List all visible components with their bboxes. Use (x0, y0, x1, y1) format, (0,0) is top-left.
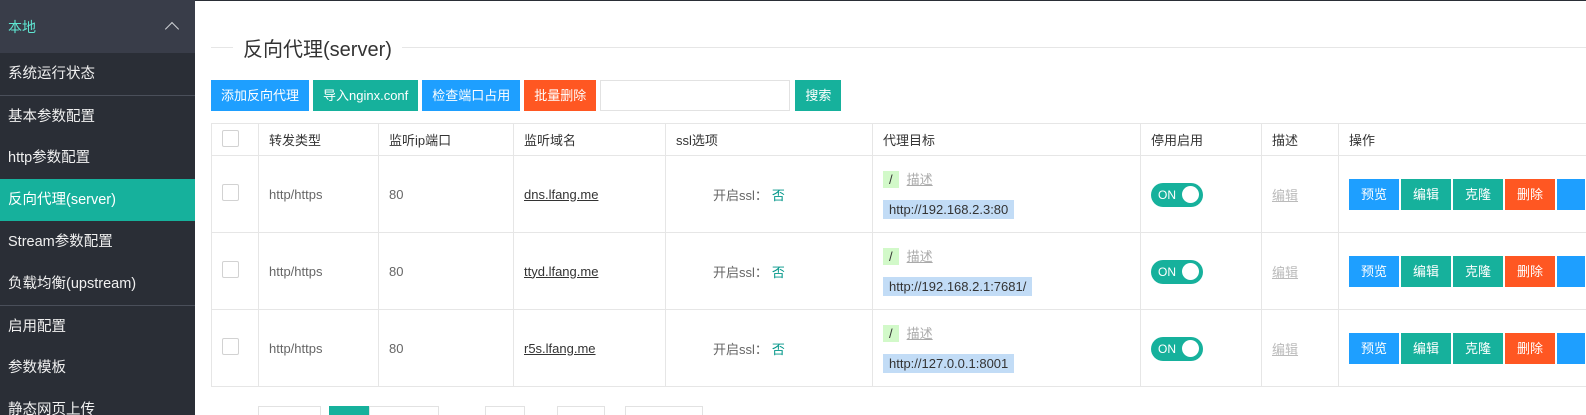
row-ssl-label: 开启ssl： (713, 187, 768, 203)
sidebar-item-upstream[interactable]: 负载均衡(upstream) (0, 263, 195, 305)
proxy-table: 转发类型 监听ip端口 监听域名 ssl选项 代理目标 停用启用 描述 操作 h… (211, 123, 1586, 387)
toggle-knob (1182, 340, 1199, 357)
page-title-line: 反向代理(server) (211, 33, 1586, 62)
table-row: http/https 80 dns.lfang.me 开启ssl：否 / 描述 h… (211, 155, 1586, 233)
sidebar: 本地 系统运行状态 基本参数配置 http参数配置 反向代理(server) S… (0, 0, 195, 415)
row-desc-edit-link[interactable]: 编辑 (1272, 188, 1298, 203)
row-target: http://192.168.2.1:7681/ (883, 277, 1033, 296)
row-desc-edit-link[interactable]: 编辑 (1272, 342, 1298, 357)
row-path-desc-link[interactable]: 描述 (907, 326, 933, 341)
row-path-desc-link[interactable]: 描述 (907, 172, 933, 187)
row-path-desc-link[interactable]: 描述 (907, 249, 933, 264)
sidebar-item-apply-config[interactable]: 启用配置 (0, 305, 195, 347)
edit-button[interactable]: 编辑 (1401, 255, 1452, 287)
row-ssl-label: 开启ssl： (713, 264, 768, 280)
pagination-goto-input[interactable] (485, 406, 525, 415)
edit-button[interactable]: 编辑 (1401, 178, 1452, 210)
row-enable-toggle[interactable]: ON (1151, 336, 1203, 361)
pagination-current[interactable] (329, 406, 369, 415)
sidebar-item-static-upload[interactable]: 静态网页上传 (0, 389, 195, 415)
row-port: 80 (378, 155, 514, 233)
sidebar-item-stream-config[interactable]: Stream参数配置 (0, 221, 195, 263)
table-row: http/https 80 ttyd.lfang.me 开启ssl：否 / 描述 … (211, 232, 1586, 310)
clone-button[interactable]: 克隆 (1453, 332, 1504, 364)
chevron-up-icon[interactable] (164, 21, 180, 37)
sidebar-group-label: 本地 (8, 18, 36, 35)
row-type: http/https (258, 309, 379, 387)
toggle-label: ON (1158, 341, 1176, 356)
row-path-tag: / (883, 248, 899, 265)
toggle-label: ON (1158, 264, 1176, 279)
row-port: 80 (378, 232, 514, 310)
col-header-ops: 操作 (1338, 123, 1586, 156)
sidebar-item-http-config[interactable]: http参数配置 (0, 137, 195, 179)
row-enable-toggle[interactable]: ON (1151, 182, 1203, 207)
row-ssl-value: 否 (771, 341, 785, 357)
col-header-ssl: ssl选项 (665, 123, 873, 156)
table-row: http/https 80 r5s.lfang.me 开启ssl：否 / 描述 h… (211, 309, 1586, 387)
col-header-domain: 监听域名 (513, 123, 666, 156)
clone-button[interactable]: 克隆 (1453, 178, 1504, 210)
check-port-button[interactable]: 检查端口占用 (422, 80, 521, 111)
col-header-target: 代理目标 (872, 123, 1141, 156)
row-target: http://192.168.2.3:80 (883, 200, 1015, 219)
row-checkbox[interactable] (222, 184, 239, 201)
search-input[interactable] (600, 80, 791, 111)
row-type: http/https (258, 232, 379, 310)
sidebar-item-basic-config[interactable]: 基本参数配置 (0, 95, 195, 137)
toggle-label: ON (1158, 187, 1176, 202)
toggle-knob (1182, 186, 1199, 203)
col-header-enabled: 停用启用 (1140, 123, 1262, 156)
row-type: http/https (258, 155, 379, 233)
row-port: 80 (378, 309, 514, 387)
batch-delete-button[interactable]: 批量删除 (524, 80, 597, 111)
toggle-knob (1182, 263, 1199, 280)
row-checkbox[interactable] (222, 338, 239, 355)
pagination (258, 406, 711, 415)
row-target: http://127.0.0.1:8001 (883, 354, 1015, 373)
sidebar-item-reverse-proxy[interactable]: 反向代理(server) (0, 179, 195, 221)
row-checkbox[interactable] (222, 261, 239, 278)
col-header-type: 转发类型 (258, 123, 379, 156)
row-ssl-value: 否 (771, 264, 785, 280)
pagination-prev[interactable] (258, 406, 321, 415)
select-all-cell (211, 123, 259, 156)
sidebar-group-local[interactable]: 本地 (0, 0, 195, 53)
import-nginx-button[interactable]: 导入nginx.conf (313, 80, 419, 111)
more-button[interactable] (1557, 255, 1585, 287)
preview-button[interactable]: 预览 (1349, 178, 1400, 210)
clone-button[interactable]: 克隆 (1453, 255, 1504, 287)
search-button[interactable]: 搜索 (795, 80, 842, 111)
page-title: 反向代理(server) (233, 33, 402, 62)
add-proxy-button[interactable]: 添加反向代理 (211, 80, 310, 111)
table-header-row: 转发类型 监听ip端口 监听域名 ssl选项 代理目标 停用启用 描述 操作 (211, 123, 1586, 156)
col-header-port: 监听ip端口 (378, 123, 514, 156)
delete-button[interactable]: 删除 (1505, 178, 1556, 210)
pagination-next[interactable] (369, 406, 439, 415)
row-domain-link[interactable]: r5s.lfang.me (524, 341, 596, 356)
row-enable-toggle[interactable]: ON (1151, 259, 1203, 284)
delete-button[interactable]: 删除 (1505, 255, 1556, 287)
row-ssl-value: 否 (771, 187, 785, 203)
row-domain-link[interactable]: dns.lfang.me (524, 187, 598, 202)
pagination-go-button[interactable] (557, 406, 605, 415)
more-button[interactable] (1557, 178, 1585, 210)
more-button[interactable] (1557, 332, 1585, 364)
preview-button[interactable]: 预览 (1349, 332, 1400, 364)
row-domain-link[interactable]: ttyd.lfang.me (524, 264, 598, 279)
row-path-tag: / (883, 171, 899, 188)
preview-button[interactable]: 预览 (1349, 255, 1400, 287)
select-all-checkbox[interactable] (222, 129, 239, 147)
sidebar-item-templates[interactable]: 参数模板 (0, 347, 195, 389)
row-desc-edit-link[interactable]: 编辑 (1272, 265, 1298, 280)
col-header-desc: 描述 (1261, 123, 1339, 156)
row-path-tag: / (883, 325, 899, 342)
pagination-size-select[interactable] (625, 406, 703, 415)
edit-button[interactable]: 编辑 (1401, 332, 1452, 364)
delete-button[interactable]: 删除 (1505, 332, 1556, 364)
row-ssl-label: 开启ssl： (713, 341, 768, 357)
toolbar: 添加反向代理 导入nginx.conf 检查端口占用 批量删除 搜索 (211, 80, 845, 111)
sidebar-item-system-status[interactable]: 系统运行状态 (0, 53, 195, 95)
main-content: 反向代理(server) 添加反向代理 导入nginx.conf 检查端口占用 … (195, 0, 1586, 415)
